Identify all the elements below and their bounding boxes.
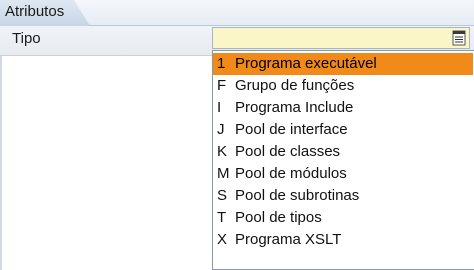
option-text: Pool de módulos: [235, 165, 347, 182]
option-pool-de-classes[interactable]: K Pool de classes: [213, 141, 473, 163]
window: Atributos Tipo 1 Programa executável F G…: [0, 0, 474, 270]
tipo-dropdown-list[interactable]: 1 Programa executável F Grupo de funções…: [212, 50, 474, 270]
option-key: M: [217, 165, 230, 182]
option-text: Pool de interface: [235, 121, 348, 138]
option-key: S: [217, 187, 228, 204]
option-key: T: [217, 209, 227, 226]
option-text: Grupo de funções: [235, 77, 355, 94]
option-key: X: [217, 231, 228, 248]
option-key: J: [217, 121, 225, 138]
tab-bar: Atributos: [0, 0, 474, 26]
option-programa-executavel[interactable]: 1 Programa executável: [213, 53, 473, 75]
left-border: [0, 56, 2, 270]
option-programa-include[interactable]: I Programa Include: [213, 97, 473, 119]
option-programa-xslt[interactable]: X Programa XSLT: [213, 229, 473, 251]
option-grupo-de-funcoes[interactable]: F Grupo de funções: [213, 75, 473, 97]
option-text: Programa executável: [235, 55, 377, 72]
tab-atributos-label[interactable]: Atributos: [5, 3, 64, 20]
option-text: Programa Include: [235, 99, 354, 116]
option-key: I: [217, 99, 222, 116]
value-help-icon[interactable]: [452, 30, 466, 46]
option-pool-de-subrotinas[interactable]: S Pool de subrotinas: [213, 185, 473, 207]
option-key: F: [217, 77, 227, 94]
option-text: Pool de subrotinas: [235, 187, 360, 204]
option-pool-de-interface[interactable]: J Pool de interface: [213, 119, 473, 141]
option-pool-de-modulos[interactable]: M Pool de módulos: [213, 163, 473, 185]
option-text: Pool de classes: [235, 143, 341, 160]
tipo-field-label: Tipo: [12, 30, 41, 47]
tipo-select[interactable]: [212, 27, 470, 49]
option-text: Programa XSLT: [235, 231, 342, 248]
option-text: Pool de tipos: [235, 209, 322, 226]
option-key: 1: [217, 55, 226, 72]
option-pool-de-tipos[interactable]: T Pool de tipos: [213, 207, 473, 229]
option-key: K: [217, 143, 228, 160]
